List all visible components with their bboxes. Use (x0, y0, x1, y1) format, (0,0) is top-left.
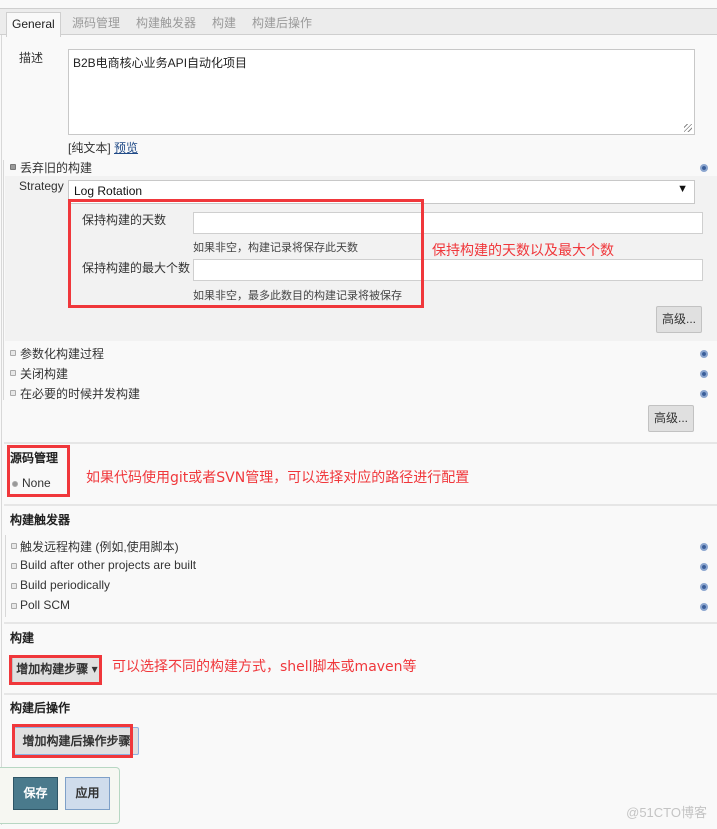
watermark: @51CTO博客 (626, 805, 707, 820)
section-divider (4, 442, 717, 444)
plain-text-label: [纯文本] (68, 141, 111, 155)
advanced-button-2[interactable]: 高级... (648, 405, 694, 432)
post-build-section-title: 构建后操作 (10, 701, 71, 715)
description-value: B2B电商核心业务API自动化项目 (73, 56, 248, 70)
section-left-rule (3, 160, 4, 400)
preview-link[interactable]: 预览 (114, 141, 138, 155)
dropdown-arrow-icon: ▼ (677, 183, 688, 195)
trigger-checkbox[interactable] (11, 583, 17, 589)
annotation-box-scm (7, 445, 70, 497)
option-concurrent-build-label: 在必要的时候并发构建 (20, 387, 141, 401)
help-icon[interactable] (700, 603, 708, 611)
annotation-box-post-build (12, 724, 133, 758)
tab-build-triggers[interactable]: 构建触发器 (131, 12, 201, 36)
save-button[interactable]: 保存 (13, 777, 58, 810)
annotation-box-build (9, 655, 102, 685)
resize-grip-icon[interactable] (684, 124, 692, 132)
help-icon[interactable] (700, 563, 708, 571)
help-icon[interactable] (700, 543, 708, 551)
apply-button[interactable]: 应用 (65, 777, 110, 810)
build-section-title: 构建 (10, 631, 35, 645)
trigger-checkbox[interactable] (11, 563, 17, 569)
description-label: 描述 (19, 51, 44, 65)
help-icon[interactable] (700, 164, 708, 172)
trigger-periodically-label: Build periodically (20, 578, 111, 592)
tab-build[interactable]: 构建 (207, 12, 241, 36)
option-checkbox[interactable] (10, 350, 16, 356)
option-checkbox[interactable] (10, 370, 16, 376)
trigger-checkbox[interactable] (11, 543, 17, 549)
page-left-border (1, 35, 2, 825)
tab-general[interactable]: General (6, 12, 61, 37)
triggers-left-rule (5, 535, 6, 617)
help-icon[interactable] (700, 370, 708, 378)
tab-scm[interactable]: 源码管理 (67, 12, 125, 36)
trigger-checkbox[interactable] (11, 603, 17, 609)
option-checkbox[interactable] (10, 390, 16, 396)
discard-old-builds-checkbox[interactable] (10, 164, 16, 170)
advanced-button[interactable]: 高级... (656, 306, 702, 333)
annotation-build: 可以选择不同的构建方式，shell脚本或maven等 (112, 659, 417, 675)
strategy-value: Log Rotation (74, 184, 143, 198)
help-icon[interactable] (700, 350, 708, 358)
markup-format: [纯文本] 预览 (68, 139, 138, 156)
section-divider (4, 504, 717, 506)
trigger-after-other-label: Build after other projects are built (20, 558, 197, 572)
annotation-box-retention (68, 199, 424, 308)
annotation-scm: 如果代码使用git或者SVN管理，可以选择对应的路径进行配置 (86, 470, 470, 486)
tab-bar: General 源码管理 构建触发器 构建 构建后操作 (0, 8, 717, 37)
trigger-poll-scm-label: Poll SCM (20, 598, 71, 612)
annotation-retention: 保持构建的天数以及最大个数 (432, 243, 614, 259)
triggers-section-title: 构建触发器 (10, 513, 71, 527)
option-parameterized-label: 参数化构建过程 (20, 347, 105, 361)
section-divider (4, 693, 717, 695)
help-icon[interactable] (700, 583, 708, 591)
strategy-label: Strategy (19, 179, 64, 193)
description-textarea[interactable]: B2B电商核心业务API自动化项目 (68, 49, 695, 135)
discard-old-builds-label: 丢弃旧的构建 (20, 161, 93, 175)
tab-post-build[interactable]: 构建后操作 (247, 12, 317, 36)
trigger-remote-label: 触发远程构建 (例如,使用脚本) (20, 540, 179, 554)
section-divider (4, 622, 717, 624)
option-disable-build-label: 关闭构建 (20, 367, 69, 381)
help-icon[interactable] (700, 390, 708, 398)
